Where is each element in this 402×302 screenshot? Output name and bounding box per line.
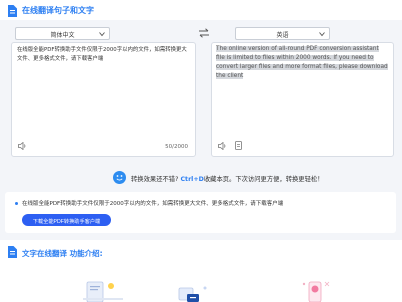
source-language-select[interactable]: 简体中文 bbox=[15, 27, 110, 40]
feature-illustration-document bbox=[83, 281, 123, 302]
source-text-input[interactable]: 在线版全能PDF转换助手文件仅限于2000字以内的文件，如需转换更大文件、更多格… bbox=[17, 46, 187, 64]
translated-text-content: The online version of all-round PDF conv… bbox=[216, 46, 388, 79]
target-language-select[interactable]: 英语 bbox=[235, 27, 330, 40]
copy-icon[interactable] bbox=[235, 141, 242, 150]
document-icon bbox=[8, 5, 17, 17]
speaker-icon[interactable] bbox=[18, 142, 27, 150]
download-notice-card: 在线版全能PDF转换助手文件仅限于2000字以内的文件，如需转换更大文件、更多格… bbox=[5, 192, 396, 233]
target-language-label: 英语 bbox=[276, 32, 289, 39]
promo-text-after: 收藏本页。下次访问更方便，转换更轻松！ bbox=[203, 176, 324, 183]
source-language-label: 简体中文 bbox=[50, 32, 75, 39]
target-text-panel: The online version of all-round PDF conv… bbox=[211, 42, 394, 157]
translated-text: The online version of all-round PDF conv… bbox=[216, 45, 388, 81]
promo-text-before: 转换效果还不错? bbox=[131, 176, 179, 183]
chevron-down-icon bbox=[99, 32, 105, 37]
document-icon bbox=[8, 246, 17, 258]
features-section: 文字在线翻译 功能介绍: bbox=[0, 240, 402, 302]
promo-text: 转换效果还不错? Ctrl+D收藏本页。下次访问更方便，转换更轻松！ bbox=[131, 174, 323, 183]
feature-illustration-mobile bbox=[302, 281, 330, 302]
character-counter: 50/2000 bbox=[165, 144, 188, 150]
bookmark-promo: 转换效果还不错? Ctrl+D收藏本页。下次访问更方便，转换更轻松！ bbox=[0, 166, 402, 190]
swap-languages-icon[interactable] bbox=[198, 28, 210, 38]
translator: 简体中文 英语 在线版全能PDF转换助手文件仅限于2000字以内的文件，如需转换… bbox=[0, 22, 402, 163]
page-title: 在线翻译句子和文字 bbox=[22, 6, 94, 15]
page-header: 在线翻译句子和文字 bbox=[0, 0, 402, 20]
source-text-panel[interactable]: 在线版全能PDF转换助手文件仅限于2000字以内的文件，如需转换更大文件、更多格… bbox=[11, 42, 196, 157]
download-client-button[interactable]: 下载全能PDF转换助手客户端 bbox=[22, 214, 111, 226]
speaker-icon[interactable] bbox=[218, 142, 227, 150]
shortcut-key: Ctrl+D bbox=[180, 176, 204, 183]
notice-text: 在线版全能PDF转换助手文件仅限于2000字以内的文件，如需转换更大文件、更多格… bbox=[22, 201, 284, 207]
chevron-down-icon bbox=[319, 32, 325, 37]
bullet-dot bbox=[15, 202, 18, 205]
smile-icon bbox=[113, 171, 126, 184]
features-title: 文字在线翻译 功能介绍: bbox=[22, 249, 103, 258]
feature-illustration-translate bbox=[178, 286, 207, 302]
